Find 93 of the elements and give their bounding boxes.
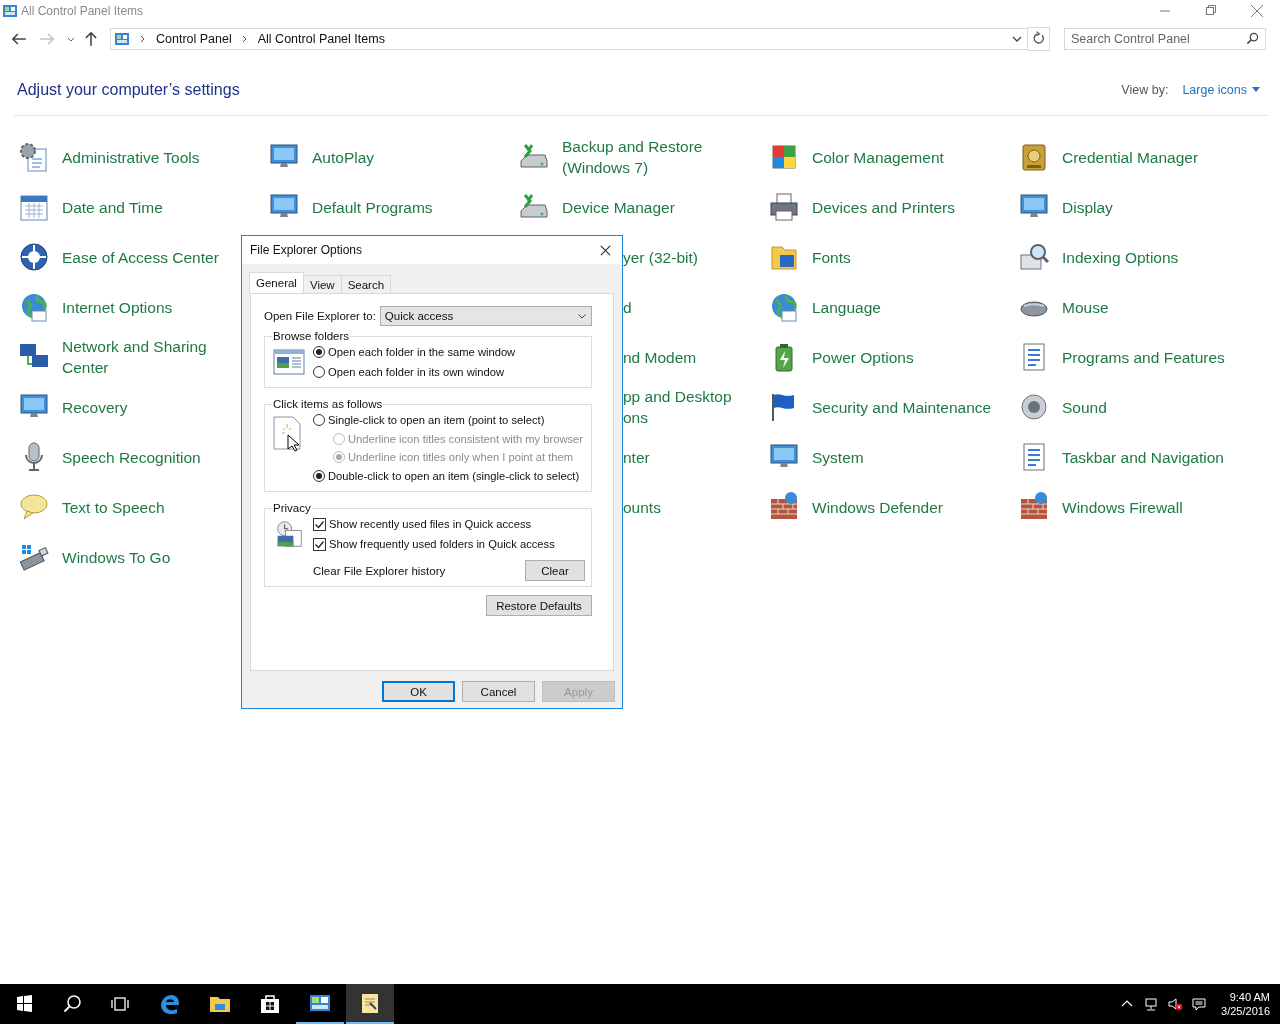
control-panel-item-link[interactable]: Programs and Features: [1062, 346, 1225, 368]
dialog-button[interactable]: OK: [382, 681, 455, 702]
refresh-icon[interactable]: [1028, 27, 1050, 51]
breadcrumb[interactable]: All Control Panel Items: [257, 32, 385, 46]
control-panel-item-link[interactable]: Backup and Restore (Windows 7): [562, 136, 742, 178]
control-panel-item-link[interactable]: d: [623, 296, 632, 318]
speech-bubble-icon: [18, 491, 50, 523]
radio-button[interactable]: [313, 346, 325, 358]
taskbar-app-button[interactable]: [346, 984, 394, 1024]
control-panel-item-link[interactable]: Date and Time: [62, 196, 163, 218]
printer-icon: [768, 191, 800, 223]
restore-defaults-button[interactable]: Restore Defaults: [486, 595, 592, 616]
control-panel-item-link[interactable]: Recovery: [62, 396, 128, 418]
control-panel-item-link[interactable]: Mouse: [1062, 296, 1109, 318]
clock-time: 9:40 AM: [1229, 990, 1270, 1004]
close-icon[interactable]: [599, 243, 612, 257]
control-panel-item-link[interactable]: ounts: [623, 496, 661, 518]
dialog-title: File Explorer Options: [250, 243, 363, 257]
control-panel-item-link[interactable]: AutoPlay: [312, 146, 375, 168]
view-by-dropdown[interactable]: Large icons: [1182, 83, 1260, 97]
control-panel-item-link[interactable]: yer (32-bit): [623, 246, 698, 268]
chevron-icon: [139, 34, 147, 44]
control-panel-icon: [114, 31, 130, 47]
control-panel-item-link[interactable]: Sound: [1062, 396, 1107, 418]
history-label: Clear File Explorer history: [313, 564, 446, 577]
option-label[interactable]: Single-click to open an item (point to select): [328, 414, 545, 426]
control-panel-item-link[interactable]: Default Programs: [312, 196, 433, 218]
window-title: All Control Panel Items: [21, 4, 144, 18]
group-title: Browse folders: [272, 330, 351, 342]
option-label[interactable]: Show frequently used folders in Quick access: [329, 538, 555, 550]
clock-date: 3/25/2016: [1221, 1004, 1270, 1018]
caret-icon: [1252, 87, 1260, 93]
control-panel-item-link[interactable]: Security and Maintenance: [812, 396, 992, 418]
browser-icon: [158, 992, 182, 1016]
control-panel-item-link[interactable]: Power Options: [812, 346, 914, 368]
control-panel-item-link[interactable]: Windows Defender: [812, 496, 943, 518]
control-panel-item-link[interactable]: Device Manager: [562, 196, 675, 218]
control-panel-item-link[interactable]: Fonts: [812, 246, 851, 268]
checkbox[interactable]: [313, 537, 326, 551]
radio-button[interactable]: [313, 470, 325, 482]
control-panel-item-link[interactable]: pp and Desktop ons: [623, 386, 732, 428]
control-panel-item-link[interactable]: Color Management: [812, 146, 944, 168]
clock[interactable]: 9:40 AM 3/25/2016: [1215, 990, 1280, 1018]
search-field[interactable]: Search Control Panel: [1064, 28, 1266, 50]
breadcrumb[interactable]: Control Panel: [156, 32, 232, 46]
tab[interactable]: Search: [340, 275, 392, 293]
control-panel-item-link[interactable]: Speech Recognition: [62, 446, 201, 468]
control-panel-item-link[interactable]: nter: [623, 446, 650, 468]
radio-button[interactable]: [313, 414, 325, 426]
option-label[interactable]: Double-click to open an item (single-click to select): [328, 470, 580, 482]
control-panel-item-link[interactable]: Devices and Printers: [812, 196, 955, 218]
option-label[interactable]: Show recently used files in Quick access: [329, 518, 532, 530]
control-panel-item-link[interactable]: Language: [812, 296, 881, 318]
control-panel-item-link[interactable]: nd Modem: [623, 346, 697, 368]
control-panel-item-link[interactable]: Text to Speech: [62, 496, 165, 518]
notifications-icon[interactable]: [1191, 996, 1208, 1012]
dropdown[interactable]: Quick access: [379, 306, 592, 326]
window-icon: [273, 348, 305, 376]
network-icon[interactable]: [1143, 996, 1160, 1012]
muted-speaker-icon[interactable]: [1167, 996, 1184, 1012]
field-label: Open File Explorer to:: [264, 310, 376, 322]
control-panel-item-link[interactable]: Network and Sharing Center: [62, 336, 242, 378]
view-by-label: View by:: [1121, 83, 1169, 97]
magnifier-icon: [1018, 241, 1050, 273]
shopping-bag-icon: [258, 992, 282, 1016]
caret-icon: [577, 311, 587, 321]
option-label[interactable]: Open each folder in the same window: [328, 346, 516, 358]
speaker-icon: [1018, 391, 1050, 423]
group-title: Click items as follows: [272, 398, 384, 410]
control-panel-item-link[interactable]: Ease of Access Center: [62, 246, 219, 268]
control-panel-item-link[interactable]: System: [812, 446, 864, 468]
control-panel-item-link[interactable]: Administrative Tools: [62, 146, 200, 168]
gear-icon: [18, 141, 50, 173]
control-panel-item-link[interactable]: Internet Options: [62, 296, 173, 318]
control-panel-item-link[interactable]: Indexing Options: [1062, 246, 1179, 268]
dial-icon: [18, 241, 50, 273]
checkbox[interactable]: [313, 517, 326, 531]
mouse-pointer-icon: [287, 434, 299, 452]
page-heading: Adjust your computer’s settings: [17, 81, 240, 99]
address-bar[interactable]: Control Panel All Control Panel Items: [110, 28, 1028, 50]
option-label[interactable]: Open each folder in its own window: [328, 366, 504, 378]
control-panel-item-link[interactable]: Credential Manager: [1062, 146, 1199, 168]
radio-button[interactable]: [313, 366, 325, 378]
dialog-button[interactable]: Cancel: [462, 681, 535, 702]
control-panel-item-link[interactable]: Windows Firewall: [1062, 496, 1183, 518]
chevron-icon: [240, 34, 249, 44]
control-panel-item-link[interactable]: Taskbar and Navigation: [1062, 446, 1224, 468]
control-panel-item-link[interactable]: Windows To Go: [62, 546, 171, 568]
group-title: Privacy: [272, 502, 312, 514]
tab[interactable]: General: [249, 272, 304, 293]
control-panel-item-link[interactable]: Display: [1062, 196, 1113, 218]
search-icon: [1246, 32, 1259, 45]
clear-button[interactable]: Clear: [525, 560, 585, 581]
